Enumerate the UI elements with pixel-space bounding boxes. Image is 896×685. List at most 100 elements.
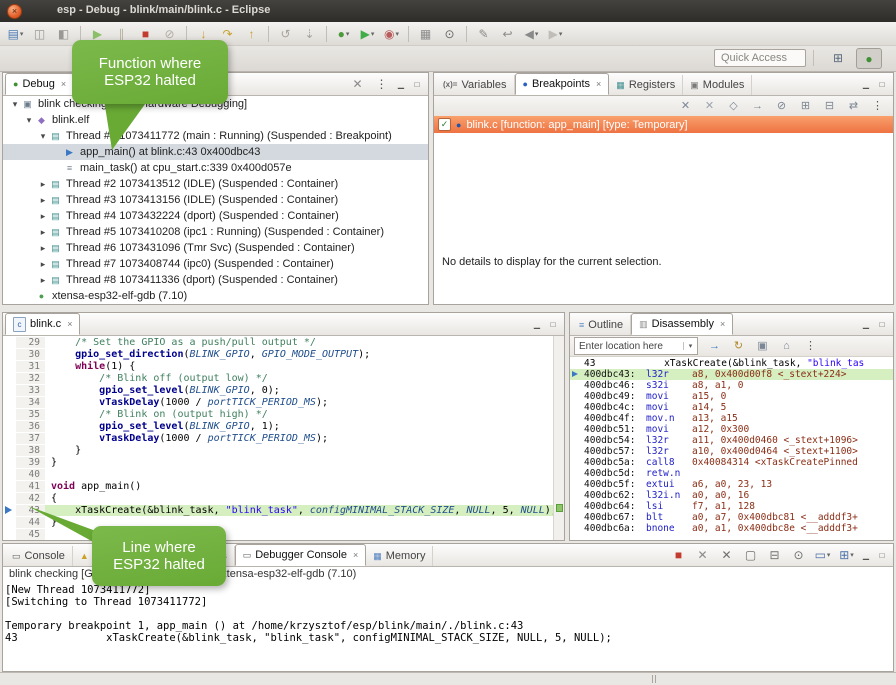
code-line[interactable]: 41void app_main() bbox=[3, 480, 553, 492]
expander-closed-icon[interactable]: ▸ bbox=[37, 243, 49, 254]
editor-gutter-margin[interactable] bbox=[3, 456, 16, 468]
code-line[interactable]: 36 gpio_set_level(BLINK_GPIO, 1); bbox=[3, 420, 553, 432]
maximize-view-button[interactable]: □ bbox=[545, 317, 561, 331]
build-icon[interactable]: ▦ bbox=[414, 24, 437, 44]
tree-item[interactable]: ●xtensa-esp32-elf-gdb (7.10) bbox=[3, 288, 428, 304]
forward-icon[interactable]: ▶▾ bbox=[544, 24, 567, 44]
code-line[interactable]: 30 gpio_set_direction(BLINK_GPIO, GPIO_M… bbox=[3, 348, 553, 360]
editor-gutter-margin[interactable] bbox=[3, 408, 16, 420]
goto-breakpoint-file-icon[interactable]: → bbox=[746, 96, 769, 116]
code-line[interactable]: 29 /* Set the GPIO as a push/pull output… bbox=[3, 336, 553, 348]
run-icon-dropdown[interactable]: ▾ bbox=[371, 30, 375, 38]
close-tab-icon[interactable]: × bbox=[353, 550, 358, 560]
remove-breakpoint-icon[interactable]: ✕ bbox=[674, 96, 697, 116]
disassembly-line[interactable]: 400dbc6a:bnonea0, a1, 0x400dbc8e <__addd… bbox=[570, 523, 893, 534]
link-with-debug-view-icon[interactable]: ⇄ bbox=[842, 96, 865, 116]
instruction-stepping-icon[interactable]: ⇣ bbox=[298, 24, 321, 44]
clear-console-icon[interactable]: ▢ bbox=[739, 545, 762, 565]
minimize-view-button[interactable]: ▁ bbox=[858, 548, 874, 562]
editor-gutter-margin[interactable] bbox=[3, 396, 16, 408]
tree-item[interactable]: ▸▤Thread #8 1073411336 (dport) (Suspende… bbox=[3, 272, 428, 288]
debug-icon-dropdown[interactable]: ▾ bbox=[346, 30, 350, 38]
tab-memory[interactable]: ▦ Memory bbox=[366, 546, 433, 566]
maximize-view-button[interactable]: □ bbox=[874, 77, 890, 91]
minimize-view-button[interactable]: ▁ bbox=[858, 77, 874, 91]
editor-gutter-margin[interactable] bbox=[3, 372, 16, 384]
close-tab-icon[interactable]: × bbox=[596, 79, 601, 89]
quick-access-box[interactable]: Quick Access bbox=[714, 49, 806, 67]
disassembly-line[interactable]: 400dbc43:l32ra8, 0x400d00f8 <_stext+224> bbox=[570, 369, 893, 380]
tab-debugger-console[interactable]: ▭ Debugger Console × bbox=[235, 544, 367, 566]
disassembly-line[interactable]: 400dbc54:l32ra11, 0x400d0460 <_stext+109… bbox=[570, 435, 893, 446]
disassembly-line[interactable]: 400dbc57:l32ra10, 0x400d0464 <_stext+110… bbox=[570, 446, 893, 457]
search-icon[interactable]: ⊙ bbox=[438, 24, 461, 44]
tab-outline[interactable]: ≡ Outline bbox=[572, 315, 631, 335]
save-all-icon[interactable]: ◧ bbox=[52, 24, 75, 44]
minimize-view-button[interactable]: ▁ bbox=[858, 317, 874, 331]
pin-console-icon[interactable]: ⊙ bbox=[787, 545, 810, 565]
new-wizard-icon-dropdown[interactable]: ▾ bbox=[20, 30, 24, 38]
disassembly-line[interactable]: 400dbc49:movia15, 0 bbox=[570, 391, 893, 402]
code-line[interactable]: 35 /* Blink on (output high) */ bbox=[3, 408, 553, 420]
disassembly-line[interactable]: 400dbc51:movia12, 0x300 bbox=[570, 424, 893, 435]
tree-item[interactable]: ▸▤Thread #6 1073431096 (Tmr Svc) (Suspen… bbox=[3, 240, 428, 256]
tree-item[interactable]: ▸▤Thread #7 1073408744 (ipc0) (Suspended… bbox=[3, 256, 428, 272]
code-line[interactable]: 31 while(1) { bbox=[3, 360, 553, 372]
disassembly-line[interactable]: 400dbc62:l32i.na0, a0, 16 bbox=[570, 490, 893, 501]
expander-closed-icon[interactable]: ▸ bbox=[37, 275, 49, 286]
code-line[interactable]: 39} bbox=[3, 456, 553, 468]
tab-modules[interactable]: ▣ Modules bbox=[683, 75, 752, 95]
maximize-view-button[interactable]: □ bbox=[874, 548, 890, 562]
disassembly-view-menu-icon[interactable]: ⋮ bbox=[799, 336, 822, 356]
tree-item[interactable]: ▸▤Thread #5 1073410208 (ipc1 : Running) … bbox=[3, 224, 428, 240]
close-tab-icon[interactable]: × bbox=[67, 319, 72, 329]
breakpoints-view-menu-icon[interactable]: ⋮ bbox=[866, 96, 889, 116]
tab-disassembly[interactable]: ▥ Disassembly × bbox=[631, 313, 733, 335]
drop-to-frame-icon[interactable]: ↺ bbox=[274, 24, 297, 44]
splitter-grip[interactable] bbox=[652, 675, 653, 683]
display-console-icon[interactable]: ▭▾ bbox=[811, 545, 834, 565]
expander-closed-icon[interactable]: ▸ bbox=[37, 211, 49, 222]
disassembly-line[interactable]: 400dbc46:s32ia8, a1, 0 bbox=[570, 380, 893, 391]
editor-gutter-margin[interactable] bbox=[3, 468, 16, 480]
code-line[interactable]: 37 vTaskDelay(1000 / portTICK_PERIOD_MS)… bbox=[3, 432, 553, 444]
tree-item[interactable]: ▸▤Thread #4 1073432224 (dport) (Suspende… bbox=[3, 208, 428, 224]
open-perspective-button[interactable]: ⊞ bbox=[826, 48, 850, 67]
editor-gutter-margin[interactable] bbox=[3, 492, 16, 504]
editor-gutter-margin[interactable] bbox=[3, 528, 16, 540]
tab-breakpoints[interactable]: ● Breakpoints × bbox=[515, 73, 610, 95]
chevron-down-icon[interactable]: ▾ bbox=[683, 342, 697, 350]
collapse-all-icon[interactable]: ⊟ bbox=[818, 96, 841, 116]
code-line[interactable]: 32 /* Blink off (output low) */ bbox=[3, 372, 553, 384]
track-expression-icon[interactable]: ⌂ bbox=[775, 336, 798, 356]
remove-launch-icon[interactable]: ✕ bbox=[691, 545, 714, 565]
scroll-lock-icon[interactable]: ⊟ bbox=[763, 545, 786, 565]
expander-closed-icon[interactable]: ▸ bbox=[37, 227, 49, 238]
editor-gutter-margin[interactable] bbox=[3, 420, 16, 432]
editor-gutter-margin[interactable] bbox=[3, 444, 16, 456]
debug-perspective-button[interactable]: ● bbox=[856, 48, 882, 69]
expander-open-icon[interactable]: ▾ bbox=[9, 99, 21, 110]
code-line[interactable]: 38 } bbox=[3, 444, 553, 456]
remove-all-terminated-icon[interactable]: ✕ bbox=[346, 74, 369, 94]
expander-closed-icon[interactable]: ▸ bbox=[37, 259, 49, 270]
maximize-view-button[interactable]: □ bbox=[874, 317, 890, 331]
external-tools-icon[interactable]: ◉▾ bbox=[380, 24, 403, 44]
disassembly-line[interactable]: 400dbc4c:movia14, 5 bbox=[570, 402, 893, 413]
terminate-console-icon[interactable]: ■ bbox=[667, 545, 690, 565]
minimize-view-button[interactable]: ▁ bbox=[529, 317, 545, 331]
skip-all-breakpoints-icon[interactable]: ⊘ bbox=[770, 96, 793, 116]
close-tab-icon[interactable]: × bbox=[720, 319, 725, 329]
step-return-icon[interactable]: ↑ bbox=[240, 24, 263, 44]
run-icon[interactable]: ▶▾ bbox=[356, 24, 379, 44]
open-console-icon[interactable]: ⊞▾ bbox=[835, 545, 858, 565]
remove-all-breakpoints-icon[interactable]: ✕ bbox=[698, 96, 721, 116]
disassembly-line[interactable]: 400dbc5d:retw.n bbox=[570, 468, 893, 479]
disassembly-line[interactable]: 400dbc4f:mov.na13, a15 bbox=[570, 413, 893, 424]
forward-icon-dropdown[interactable]: ▾ bbox=[559, 30, 563, 38]
new-wizard-icon[interactable]: ▤▾ bbox=[4, 24, 27, 44]
console-output[interactable]: [New Thread 1073411772][Switching to Thr… bbox=[5, 584, 893, 671]
disassembly-line[interactable]: 400dbc5a:call80x40084314 <xTaskCreatePin… bbox=[570, 457, 893, 468]
expander-open-icon[interactable]: ▾ bbox=[37, 131, 49, 142]
show-source-icon[interactable]: ▣ bbox=[751, 336, 774, 356]
